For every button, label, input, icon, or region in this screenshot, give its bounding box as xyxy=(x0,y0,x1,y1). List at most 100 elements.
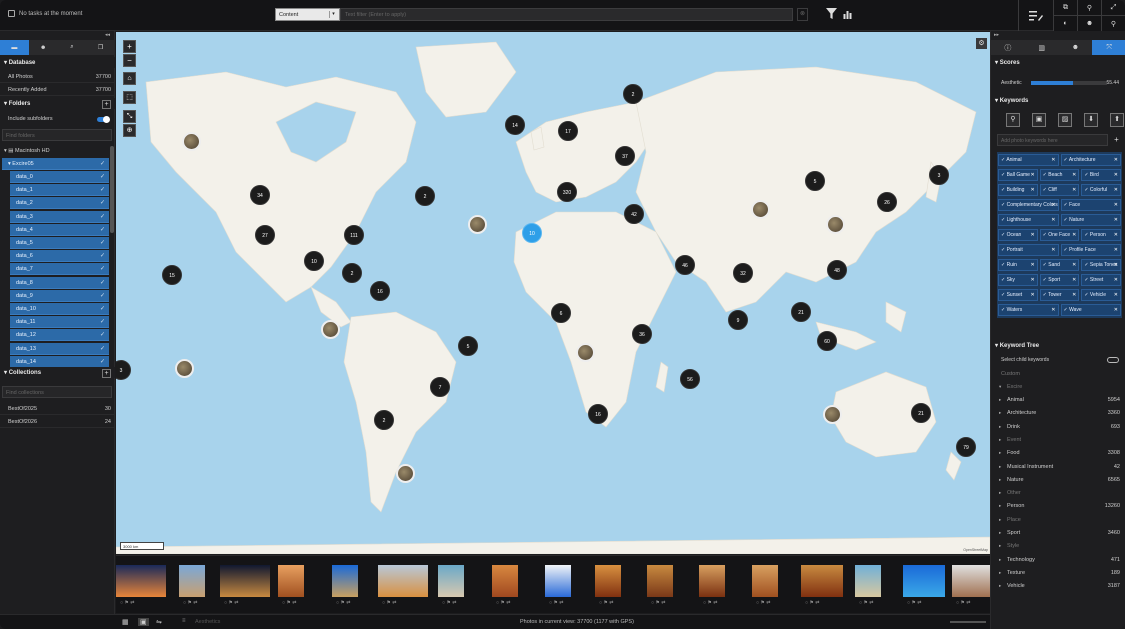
folder-scrollbar[interactable] xyxy=(110,146,114,233)
database-header[interactable]: ▾ Database xyxy=(0,57,115,68)
pin-tool-icon[interactable]: ⤢ xyxy=(1102,0,1125,15)
keyword-tree-item[interactable]: ▸ Place xyxy=(991,514,1125,527)
keyword-chip[interactable]: ✓ Building ✕ xyxy=(998,184,1038,196)
photo-pin[interactable] xyxy=(396,464,415,483)
photo-thumbnail[interactable] xyxy=(545,565,571,597)
sort-label[interactable]: Aesthetics xyxy=(195,619,220,625)
photo-cluster-marker[interactable]: 7 xyxy=(430,377,450,397)
thumbnail-actions[interactable]: ○ ⚑ ⇄ xyxy=(442,600,482,608)
tab-info[interactable]: ⓘ xyxy=(991,40,1025,55)
photo-cluster-marker[interactable]: 46 xyxy=(675,255,695,275)
grid-view-icon[interactable]: ▦ xyxy=(122,618,129,626)
remove-keyword-icon[interactable]: ✕ xyxy=(1072,172,1076,178)
recenter-icon[interactable]: ⊕ xyxy=(123,124,136,137)
keyword-chip[interactable]: ✓ Portrait ✕ xyxy=(998,244,1059,256)
photo-thumbnail[interactable] xyxy=(378,565,428,597)
photo-cluster-marker[interactable]: 60 xyxy=(817,331,837,351)
photo-cluster-marker[interactable]: 10 xyxy=(304,251,324,271)
keyword-chip[interactable]: ✓ Ocean ✕ xyxy=(998,229,1038,241)
single-view-icon[interactable]: ▣ xyxy=(138,618,149,626)
keyword-chip[interactable]: ✓ Nature ✕ xyxy=(1060,214,1121,226)
folders-header[interactable]: ▾ Folders xyxy=(0,98,115,109)
draw-region-icon[interactable]: ⤡ xyxy=(123,110,136,123)
tree-folder-item[interactable]: data_13 ✓ xyxy=(10,342,109,355)
keyword-chip[interactable]: ✓ Sepia Tones ✕ xyxy=(1081,259,1121,271)
add-keyword-input[interactable]: Add photo keywords here xyxy=(997,134,1108,146)
duplicates-icon[interactable]: ⧉ xyxy=(1054,0,1077,15)
photo-cluster-marker[interactable]: 15 xyxy=(162,265,182,285)
tab-people[interactable]: ☻ xyxy=(29,40,58,55)
remove-keyword-icon[interactable]: ✕ xyxy=(1114,202,1118,208)
photo-thumbnail[interactable] xyxy=(855,565,881,597)
collections-header[interactable]: ▾ Collections xyxy=(0,367,115,378)
keyword-chip[interactable]: ✓ Complementary Colors ✕ xyxy=(998,199,1059,211)
photo-cluster-marker[interactable]: 48 xyxy=(827,260,847,280)
remove-keyword-icon[interactable]: ✕ xyxy=(1030,262,1034,268)
find-folders-input[interactable]: Find folders xyxy=(2,129,112,141)
keyword-tree-item[interactable]: ▸ Person 13260 xyxy=(991,500,1125,513)
zoom-in-button[interactable]: + xyxy=(123,40,136,53)
keyword-chip[interactable]: ✓ Sport ✕ xyxy=(1039,274,1080,286)
keyword-tree-item[interactable]: ▸ Other xyxy=(991,487,1125,500)
photo-thumbnail[interactable] xyxy=(903,565,945,597)
tree-folder-item[interactable]: data_12 ✓ xyxy=(10,329,109,342)
remove-keyword-icon[interactable]: ✕ xyxy=(1030,277,1034,283)
photo-cluster-marker[interactable]: 42 xyxy=(624,204,644,224)
remove-keyword-icon[interactable]: ✕ xyxy=(1114,307,1118,313)
keyword-tree-item[interactable]: ▸ Musical Instrument 42 xyxy=(991,461,1125,474)
photo-thumbnail[interactable] xyxy=(220,565,270,597)
thumbnail-actions[interactable]: ○ ⚑ ⇄ xyxy=(336,600,376,608)
photo-cluster-marker[interactable]: 26 xyxy=(877,192,897,212)
remove-keyword-icon[interactable]: ✕ xyxy=(1030,292,1034,298)
collapse-right-icon[interactable]: ▸▸ xyxy=(994,32,999,38)
keywords-header[interactable]: ▾ Keywords xyxy=(991,95,1125,106)
tree-folder-item[interactable]: data_1 ✓ xyxy=(10,184,109,197)
keyword-chip[interactable]: ✓ Sand ✕ xyxy=(1039,259,1080,271)
photo-cluster-marker[interactable]: 27 xyxy=(255,225,275,245)
people-icon[interactable]: ☻ xyxy=(1078,16,1101,31)
export-keyword-icon[interactable]: ⬆ xyxy=(1110,113,1124,127)
keyword-chip[interactable]: ✓ Waters ✕ xyxy=(998,304,1059,316)
tree-folder-item[interactable]: data_3 ✓ xyxy=(10,210,109,223)
zoom-out-button[interactable]: − xyxy=(123,54,136,67)
tab-collections[interactable]: ❐ xyxy=(86,40,115,55)
photo-thumbnail[interactable] xyxy=(752,565,778,597)
keyword-chip[interactable]: ✓ Profile Face ✕ xyxy=(1060,244,1121,256)
database-row-all-photos[interactable]: All Photos 37700 xyxy=(0,71,115,83)
thumbnail-actions[interactable]: ○ ⚑ ⇄ xyxy=(120,600,160,608)
keyword-tree-item[interactable]: ▸ Animal 5954 xyxy=(991,394,1125,407)
thumbnail-actions[interactable]: ○ ⚑ ⇄ xyxy=(907,600,947,608)
collection-row[interactable]: BestOf2025 30 xyxy=(0,403,115,415)
photo-thumbnail[interactable] xyxy=(116,565,166,597)
tree-custom[interactable]: Custom xyxy=(991,368,1125,381)
tree-folder-item[interactable]: data_9 ✓ xyxy=(10,289,109,302)
remove-keyword-icon[interactable]: ✕ xyxy=(1114,277,1118,283)
photo-cluster-marker[interactable]: 56 xyxy=(680,369,700,389)
keyword-tree-header[interactable]: ▾ Keyword Tree xyxy=(991,340,1125,351)
photo-cluster-marker[interactable]: 111 xyxy=(344,225,364,245)
keyword-chip[interactable]: ✓ Colorful ✕ xyxy=(1081,184,1121,196)
keyword-chip[interactable]: ✓ Animal ✕ xyxy=(998,154,1059,166)
keyword-chip[interactable]: ✓ Vehicle ✕ xyxy=(1081,289,1121,301)
home-icon[interactable]: ⌂ xyxy=(123,72,136,85)
photo-thumbnail[interactable] xyxy=(179,565,205,597)
scores-header[interactable]: ▾ Scores xyxy=(991,57,1125,68)
tree-folder-item[interactable]: data_6 ✓ xyxy=(10,250,109,263)
keyword-chip[interactable]: ✓ Cliff ✕ xyxy=(1039,184,1080,196)
keyword-chip[interactable]: ✓ Architecture ✕ xyxy=(1060,154,1121,166)
add-collection-button[interactable]: + xyxy=(102,369,111,378)
remove-keyword-icon[interactable]: ✕ xyxy=(1114,247,1118,253)
thumbnail-actions[interactable]: ○ ⚑ ⇄ xyxy=(859,600,899,608)
tree-folder-item[interactable]: data_2 ✓ xyxy=(10,197,109,210)
photo-thumbnail[interactable] xyxy=(492,565,518,597)
photo-cluster-marker[interactable]: 320 xyxy=(557,182,577,202)
tree-folder-item[interactable]: data_11 ✓ xyxy=(10,316,109,329)
tab-search[interactable]: ⌕ xyxy=(58,40,87,55)
compare-icon[interactable]: ◐ xyxy=(1054,16,1077,31)
remove-keyword-icon[interactable]: ✕ xyxy=(1114,187,1118,193)
photo-cluster-marker[interactable]: 37 xyxy=(615,146,635,166)
keyword-chip[interactable]: ✓ Wave ✕ xyxy=(1060,304,1121,316)
person-keyword-icon[interactable]: ⚲ xyxy=(1006,113,1020,127)
photo-cluster-marker[interactable]: 32 xyxy=(733,263,753,283)
thumbnail-actions[interactable]: ○ ⚑ ⇄ xyxy=(549,600,589,608)
